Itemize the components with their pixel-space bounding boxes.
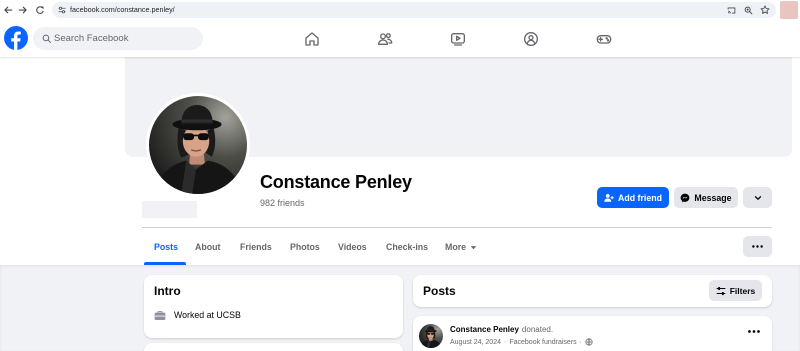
mutual-friends-placeholder: [142, 201, 197, 218]
nav-friends[interactable]: [357, 24, 413, 53]
browser-profile-avatar[interactable]: [780, 1, 798, 19]
filters-button[interactable]: Filters: [709, 280, 762, 301]
caret-down-icon: [470, 246, 477, 250]
tab-posts[interactable]: Posts: [154, 242, 178, 253]
browser-toolbar: facebook.com/constance.penley/: [0, 0, 800, 20]
tab-videos[interactable]: Videos: [338, 242, 367, 253]
tab-label: Friends: [240, 242, 272, 252]
meta-separator: ·: [504, 338, 507, 346]
tab-label: About: [195, 242, 221, 252]
post-source[interactable]: Facebook fundraisers: [509, 339, 576, 346]
tab-label: Posts: [154, 242, 178, 252]
forward-icon[interactable]: [18, 5, 28, 15]
tab-label: Photos: [290, 242, 320, 252]
post-date[interactable]: August 24, 2024: [450, 339, 501, 346]
zoom-icon[interactable]: [744, 6, 753, 15]
tab-more[interactable]: More: [445, 242, 477, 253]
profile-picture[interactable]: [146, 93, 250, 197]
post-author-portrait: [419, 324, 443, 348]
post-author-name[interactable]: Constance Penley: [450, 325, 519, 334]
facebook-top-nav: [0, 20, 800, 57]
search-box[interactable]: [33, 27, 203, 50]
search-icon: [42, 34, 51, 43]
site-info-icon[interactable]: [58, 6, 66, 14]
meta-separator: ·: [579, 338, 583, 346]
tab-friends[interactable]: Friends: [240, 242, 272, 253]
profile-name: Constance Penley: [260, 172, 412, 192]
cast-icon[interactable]: [727, 6, 736, 15]
posts-title: Posts: [423, 284, 456, 298]
facebook-logo-icon[interactable]: [4, 26, 28, 50]
more-dots-icon: [748, 330, 760, 333]
gaming-icon: [596, 34, 612, 44]
groups-icon: [524, 31, 538, 46]
header-divider: [142, 227, 772, 228]
reload-icon[interactable]: [35, 5, 45, 15]
post-meta: August 24, 2024 · Facebook fundraisers ·: [450, 337, 593, 347]
add-friend-icon: [604, 193, 614, 202]
add-friend-button[interactable]: Add friend: [597, 187, 669, 208]
watch-icon: [451, 32, 465, 46]
intro-item: Worked at UCSB: [154, 309, 241, 321]
tab-label: Videos: [338, 242, 367, 252]
address-bar[interactable]: facebook.com/constance.penley/: [52, 2, 776, 18]
posts-header-card: Posts Filters: [413, 275, 772, 307]
globe-icon[interactable]: [585, 338, 593, 346]
bookmark-star-icon[interactable]: [760, 5, 770, 15]
tab-check-ins[interactable]: Check-ins: [386, 242, 428, 253]
post-author-avatar[interactable]: [419, 324, 443, 348]
chevron-down-icon: [754, 195, 761, 200]
home-icon: [305, 31, 319, 46]
filters-icon: [716, 286, 726, 295]
profile-more-options-button[interactable]: [743, 236, 772, 257]
back-icon[interactable]: [3, 5, 13, 15]
nav-home[interactable]: [284, 24, 340, 53]
intro-title: Intro: [154, 284, 181, 298]
url-text[interactable]: facebook.com/constance.penley/: [70, 2, 175, 18]
message-button[interactable]: Message: [674, 187, 738, 208]
tab-about[interactable]: About: [195, 242, 220, 253]
search-input[interactable]: [54, 27, 194, 50]
nav-gaming[interactable]: [576, 24, 632, 53]
more-dots-icon: [752, 245, 763, 248]
messenger-icon: [681, 193, 690, 202]
work-icon: [154, 310, 166, 320]
friends-count[interactable]: 982 friends: [260, 197, 305, 209]
tab-label: Check-ins: [386, 242, 429, 252]
friends-icon: [378, 32, 393, 45]
message-label: Message: [694, 192, 732, 203]
nav-groups[interactable]: [503, 24, 559, 53]
post-header-line: Constance Penley donated.: [450, 324, 553, 335]
add-friend-label: Add friend: [618, 192, 662, 203]
post-card: Constance Penley donated. August 24, 2024…: [413, 316, 772, 351]
tab-label: More: [445, 242, 467, 252]
filters-label: Filters: [729, 285, 756, 296]
intro-item-text: Worked at UCSB: [174, 310, 241, 320]
profile-options-dropdown[interactable]: [743, 187, 772, 208]
post-options-button[interactable]: [748, 330, 760, 333]
post-action-text: donated.: [521, 325, 554, 334]
intro-card: Intro Worked at UCSB: [144, 275, 403, 338]
tab-photos[interactable]: Photos: [290, 242, 320, 253]
nav-watch[interactable]: [430, 24, 486, 53]
next-sidebar-card: [144, 343, 403, 351]
profile-portrait-image: [149, 96, 247, 194]
